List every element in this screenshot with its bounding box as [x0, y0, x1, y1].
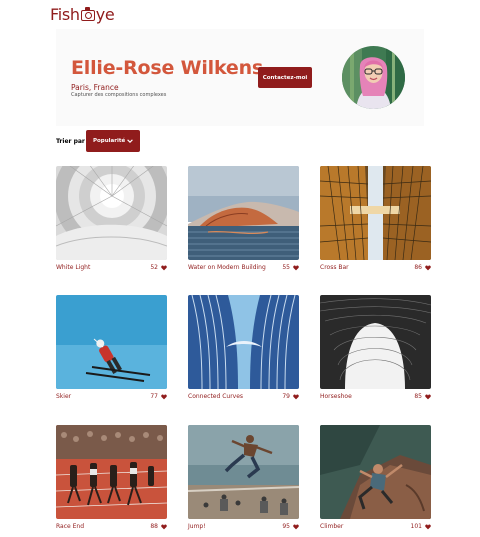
media-card-connected-curves[interactable]: Connected Curves 79: [188, 295, 299, 400]
media-thumbnail[interactable]: [56, 425, 167, 519]
media-likes: 79: [282, 393, 290, 400]
media-card-horseshoe[interactable]: Horseshoe 85: [320, 295, 431, 400]
photographer-tagline: Capturer des compositions complexes: [71, 92, 167, 98]
logo-text-left: Fish: [50, 4, 80, 24]
media-title: Jump!: [188, 523, 206, 530]
media-card-skier[interactable]: Skier 77: [56, 295, 167, 400]
media-thumbnail[interactable]: [188, 166, 299, 260]
sort-label: Trier par: [56, 138, 85, 145]
media-card-jump[interactable]: Jump! 95: [188, 425, 299, 530]
fisheye-logo[interactable]: Fish ye: [50, 4, 115, 24]
heart-icon[interactable]: [161, 264, 167, 271]
media-title: Cross Bar: [320, 264, 349, 271]
media-thumbnail[interactable]: [56, 295, 167, 389]
photographer-name: Ellie-Rose Wilkens: [71, 57, 264, 79]
sort-selected-value: Popularité: [93, 138, 126, 144]
photographer-avatar: [342, 46, 405, 109]
media-likes: 77: [150, 393, 158, 400]
media-meta: Climber 101: [320, 523, 431, 532]
media-likes: 101: [410, 523, 422, 530]
media-title: Horseshoe: [320, 393, 352, 400]
media-thumbnail[interactable]: [188, 295, 299, 389]
contact-button[interactable]: Contactez-moi: [258, 67, 312, 88]
media-title: White Light: [56, 264, 91, 271]
media-likes: 52: [150, 264, 158, 271]
media-meta: Water on Modern Building 55: [188, 264, 299, 273]
heart-icon[interactable]: [425, 393, 431, 400]
media-title: Race End: [56, 523, 85, 530]
heart-icon[interactable]: [425, 264, 431, 271]
media-likes: 85: [414, 393, 422, 400]
media-title: Water on Modern Building: [188, 264, 266, 271]
media-thumbnail[interactable]: [320, 295, 431, 389]
media-likes: 86: [414, 264, 422, 271]
media-meta: Horseshoe 85: [320, 393, 431, 402]
media-meta: Skier 77: [56, 393, 167, 402]
media-thumbnail[interactable]: [320, 166, 431, 260]
media-thumbnail[interactable]: [56, 166, 167, 260]
photographer-location: Paris, France: [71, 83, 119, 92]
camera-icon: [80, 6, 95, 21]
media-card-race-end[interactable]: Race End 88: [56, 425, 167, 530]
logo-text-right: ye: [95, 4, 115, 24]
media-thumbnail[interactable]: [320, 425, 431, 519]
media-meta: Cross Bar 86: [320, 264, 431, 273]
media-title: Connected Curves: [188, 393, 244, 400]
media-likes: 88: [150, 523, 158, 530]
media-title: Climber: [320, 523, 344, 530]
media-title: Skier: [56, 393, 72, 400]
heart-icon[interactable]: [293, 393, 299, 400]
media-meta: White Light 52: [56, 264, 167, 273]
heart-icon[interactable]: [161, 523, 167, 530]
chevron-down-icon: [127, 139, 133, 143]
media-card-white-light[interactable]: White Light 52: [56, 166, 167, 271]
heart-icon[interactable]: [425, 523, 431, 530]
media-meta: Jump! 95: [188, 523, 299, 532]
photographer-header: Ellie-Rose Wilkens Paris, France Capture…: [56, 29, 424, 126]
media-card-water-on-modern-building[interactable]: Water on Modern Building 55: [188, 166, 299, 271]
media-thumbnail[interactable]: [188, 425, 299, 519]
media-card-climber[interactable]: Climber 101: [320, 425, 431, 530]
media-meta: Race End 88: [56, 523, 167, 532]
media-likes: 95: [282, 523, 290, 530]
media-likes: 55: [282, 264, 290, 271]
sort-dropdown[interactable]: Popularité: [86, 130, 140, 152]
media-meta: Connected Curves 79: [188, 393, 299, 402]
heart-icon[interactable]: [293, 264, 299, 271]
heart-icon[interactable]: [293, 523, 299, 530]
media-card-cross-bar[interactable]: Cross Bar 86: [320, 166, 431, 271]
heart-icon[interactable]: [161, 393, 167, 400]
